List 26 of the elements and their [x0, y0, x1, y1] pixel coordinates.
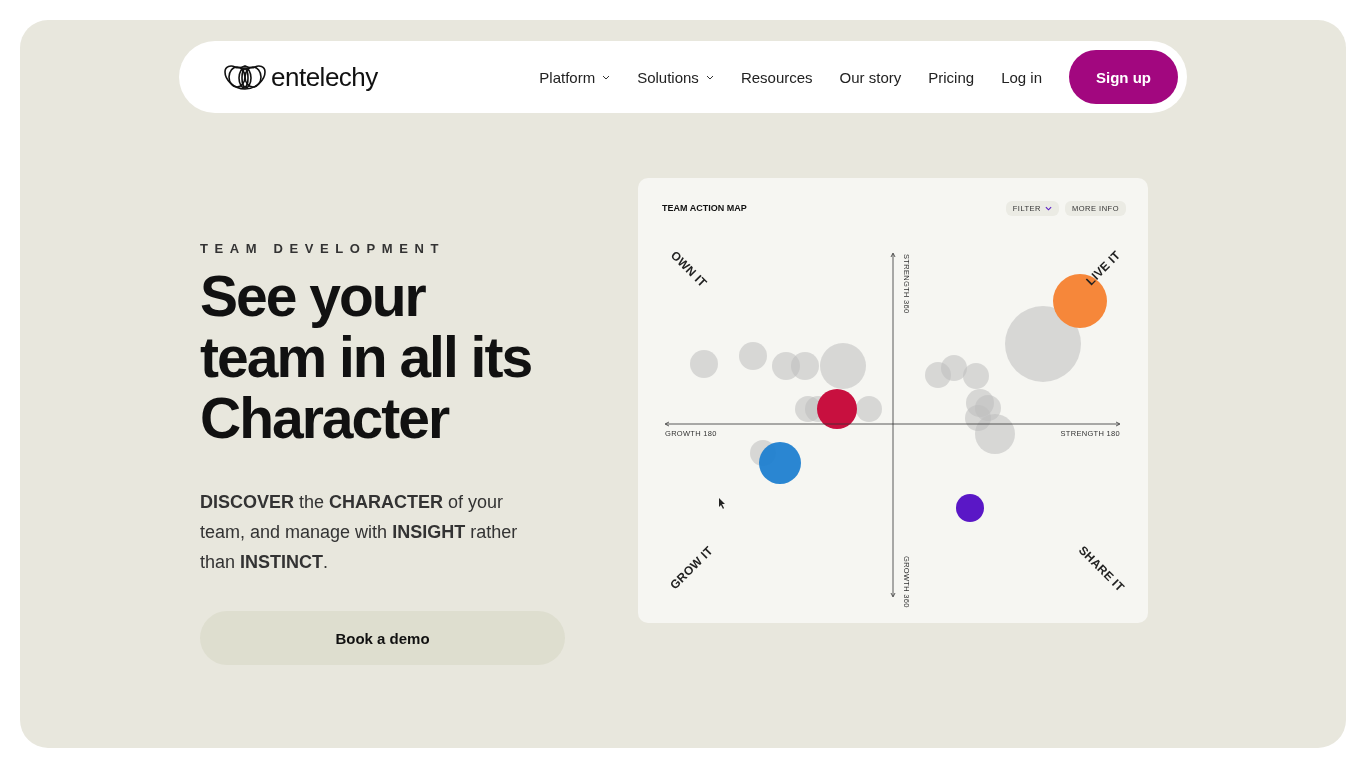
caret-icon	[602, 74, 611, 80]
book-demo-button[interactable]: Book a demo	[200, 611, 565, 665]
caret-icon	[705, 74, 714, 80]
bubble	[941, 355, 967, 381]
bubble	[690, 350, 718, 378]
nav-link[interactable]: Solutions	[637, 68, 714, 86]
chevron-icon	[1045, 205, 1052, 211]
nav-link[interactable]: Resources	[740, 68, 813, 86]
logo-icon	[223, 63, 267, 91]
headline-line: See your	[200, 266, 425, 327]
sign-up-button[interactable]: Sign up	[1069, 50, 1178, 104]
bubble	[739, 342, 767, 370]
bubble	[956, 494, 984, 522]
eyebrow-label: TEAM DEVELOPMENT	[200, 241, 446, 256]
nav-link[interactable]: Platform	[539, 68, 611, 86]
logo-wordmark[interactable]: entelechy	[271, 61, 378, 93]
cursor-icon	[719, 498, 725, 509]
bubble	[925, 362, 951, 388]
bubble	[963, 363, 989, 389]
intro-paragraph: DISCOVER the CHARACTER of your team, and manage with INSIGHT rather than INSTINCT.	[200, 491, 519, 574]
nav-link[interactable]: Pricing	[928, 68, 975, 86]
map-title: TEAM ACTION MAP	[662, 203, 747, 213]
nav-link[interactable]: Our story	[839, 68, 902, 86]
nav-link[interactable]: Log in	[1001, 68, 1042, 86]
headline-line: Character	[200, 388, 449, 449]
headline-line: team in all its	[200, 327, 532, 388]
